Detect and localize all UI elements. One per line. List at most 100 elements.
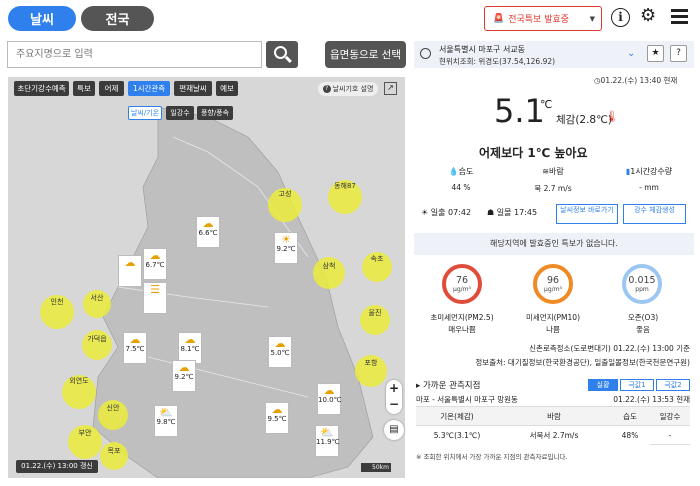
updated-time: ◷01.22.(수) 13:40 현재 bbox=[594, 75, 677, 86]
station-card[interactable]: ☁ 9.2℃ bbox=[172, 360, 196, 392]
temp-unit: ℃ bbox=[540, 98, 553, 111]
bubble-label: 서산 bbox=[90, 294, 104, 302]
bubble-label: 가덕읍 bbox=[87, 335, 107, 343]
map-tab-hourly[interactable]: 1시간관측 bbox=[128, 81, 170, 96]
pm25-grade: 매우나쁨 bbox=[448, 325, 476, 334]
sunrise-time: 07:42 bbox=[448, 208, 472, 217]
sub-tab-wind[interactable]: 풍향/풍속 bbox=[197, 106, 233, 120]
obs-header: 기온(체감) bbox=[416, 406, 498, 426]
sub-tab-temp[interactable]: 날씨/기온 bbox=[128, 106, 162, 120]
sunset-label: 일몰 bbox=[496, 208, 512, 217]
station-card[interactable]: ⛅ 9.8℃ bbox=[154, 405, 178, 437]
station-card[interactable]: ☁ 6.7℃ bbox=[143, 248, 167, 280]
station-temp: 9.2℃ bbox=[276, 245, 296, 253]
chevron-down-icon[interactable]: ⌄ bbox=[627, 48, 635, 59]
sunset-time: 17:45 bbox=[514, 208, 538, 217]
station-card[interactable]: ☁ 5.0℃ bbox=[268, 336, 292, 368]
obs-table: 기온(체감) 바람 습도 일강수 5.3℃(3.1℃) 서북서 2.7m/s 4… bbox=[416, 406, 690, 445]
map-tab-nowcast[interactable]: 초단기강수예측 bbox=[14, 81, 69, 96]
ozone-unit: ppm bbox=[635, 286, 649, 293]
bubble-label: 신안 bbox=[106, 404, 120, 412]
station-card[interactable]: ☁ 9.5℃ bbox=[265, 402, 289, 434]
favorite-button[interactable]: ★ bbox=[647, 45, 664, 62]
menu-icon[interactable] bbox=[671, 9, 688, 24]
station-card[interactable]: ⛅ 11.9℃ bbox=[315, 425, 339, 457]
updated-text: 01.22.(수) 13:40 현재 bbox=[600, 76, 678, 85]
cloud-icon: ☁ bbox=[124, 256, 136, 269]
pm25-label: 초미세먼지(PM2.5) bbox=[430, 313, 494, 322]
region-select-button[interactable]: 읍면동으로 선택 bbox=[325, 41, 406, 68]
station-temp: 10.0℃ bbox=[318, 396, 342, 404]
pm25-value: 76 bbox=[455, 275, 469, 286]
sunrise-label: 일출 bbox=[430, 208, 446, 217]
pm10-value: 96 bbox=[546, 275, 560, 286]
help-button[interactable]: ? bbox=[670, 45, 687, 62]
station-card[interactable]: ☀ 9.2℃ bbox=[274, 232, 298, 264]
search-button[interactable] bbox=[266, 41, 298, 68]
obs-cell: 48% bbox=[610, 425, 650, 445]
map-time-label: 01.22.(수) 13:00 갱신 bbox=[16, 460, 98, 473]
station-card[interactable]: ☁ 7.5℃ bbox=[123, 332, 147, 364]
map-tab-forecast[interactable]: 예보 bbox=[216, 81, 238, 96]
pm25-gauge: 76 μg/m³ bbox=[442, 264, 482, 304]
obs-time: 01.22.(수) 13:53 현재 bbox=[613, 395, 690, 404]
external-link-icon[interactable]: ↗ bbox=[384, 82, 397, 95]
info-icon[interactable]: i bbox=[611, 8, 630, 27]
obs-tab-extreme2[interactable]: 극값2 bbox=[656, 379, 690, 391]
station-card[interactable]: ☁ 6.6℃ bbox=[196, 216, 220, 248]
drop-icon: 💧 bbox=[448, 167, 459, 176]
rain-experience-button[interactable]: 강수 체감생성 bbox=[623, 204, 686, 224]
pm10-grade: 나쁨 bbox=[546, 325, 560, 334]
wind-icon: ≋ bbox=[542, 167, 549, 176]
fog-icon: ☰ bbox=[150, 283, 160, 296]
bubble-label: 동해87 bbox=[334, 182, 356, 190]
air-source: 정보출처: 대기질정보(한국환경공단), 일출일몰정보(한국천문연구원) bbox=[475, 358, 690, 367]
star-icon: ★ bbox=[651, 48, 660, 58]
tab-weather[interactable]: 날씨 bbox=[8, 6, 76, 31]
map[interactable] bbox=[8, 77, 405, 478]
map-guide-label: 날씨기호 설명 bbox=[332, 85, 374, 93]
station-card[interactable]: ☁ 10.0℃ bbox=[317, 383, 341, 415]
sub-tab-rain[interactable]: 일강수 bbox=[166, 106, 194, 120]
obs-note: ※ 조회한 위치에서 가장 가까운 지점의 관측자료입니다. bbox=[416, 453, 568, 461]
humidity-metric: 💧습도 44 % bbox=[436, 166, 486, 192]
alert-select[interactable]: 🚨 전국특보 발효중 ▼ bbox=[484, 6, 602, 31]
obs-header: 바람 bbox=[498, 406, 610, 426]
map-tab-warning[interactable]: 특보 bbox=[73, 81, 95, 96]
obs-tab-extreme1[interactable]: 극값1 bbox=[620, 379, 654, 391]
layers-icon[interactable]: ▤ bbox=[384, 420, 404, 440]
current-temp: 5.1 bbox=[494, 92, 545, 130]
sunrise: ☀ 일출 07:42 bbox=[421, 207, 471, 218]
sunset-icon: ☗ bbox=[487, 208, 495, 217]
search-input[interactable] bbox=[7, 41, 262, 68]
pm25-unit: μg/m³ bbox=[453, 286, 471, 293]
wind-metric: ≋바람 북 2.7 m/s bbox=[523, 166, 583, 194]
feels-like: 체감(2.8℃) bbox=[556, 114, 613, 126]
thermometer-icon: 🌡 bbox=[605, 110, 619, 123]
gear-icon[interactable]: ⚙ bbox=[640, 5, 656, 27]
metric-value: 44 % bbox=[451, 183, 471, 192]
obs-title: ▸ 가까운 관측지점 bbox=[416, 381, 481, 391]
obs-tab-current[interactable]: 실황 bbox=[588, 379, 618, 391]
station-temp: 6.6℃ bbox=[198, 229, 218, 237]
tab-nation[interactable]: 전국 bbox=[81, 6, 154, 31]
obs-cell: 5.3℃(3.1℃) bbox=[416, 425, 498, 445]
metric-label: 바람 bbox=[548, 167, 564, 176]
map-scale: 50km bbox=[361, 463, 391, 472]
station-card[interactable]: ☁ bbox=[118, 255, 142, 287]
obs-cell: 서북서 2.7m/s bbox=[498, 425, 610, 445]
map-guide-button[interactable]: ? 날씨기호 설명 bbox=[318, 82, 378, 96]
obs-header: 습도 bbox=[610, 406, 650, 426]
alert-select-label: 전국특보 발효중 bbox=[508, 15, 570, 25]
station-temp: 9.8℃ bbox=[156, 418, 176, 426]
question-icon: ? bbox=[322, 85, 331, 93]
metric-value: - mm bbox=[639, 183, 659, 192]
map-tab-local[interactable]: 편재날씨 bbox=[174, 81, 212, 96]
station-card[interactable]: ☰ bbox=[143, 282, 167, 314]
target-icon[interactable] bbox=[420, 48, 431, 59]
weather-info-button[interactable]: 날씨정보 바로가기 bbox=[556, 204, 618, 224]
ozone-gauge: 0.015 ppm bbox=[622, 264, 662, 304]
bubble-label: 부안 bbox=[78, 429, 92, 437]
map-tab-yesterday[interactable]: 어제 bbox=[99, 81, 124, 96]
zoom-control[interactable]: + − bbox=[386, 380, 402, 414]
